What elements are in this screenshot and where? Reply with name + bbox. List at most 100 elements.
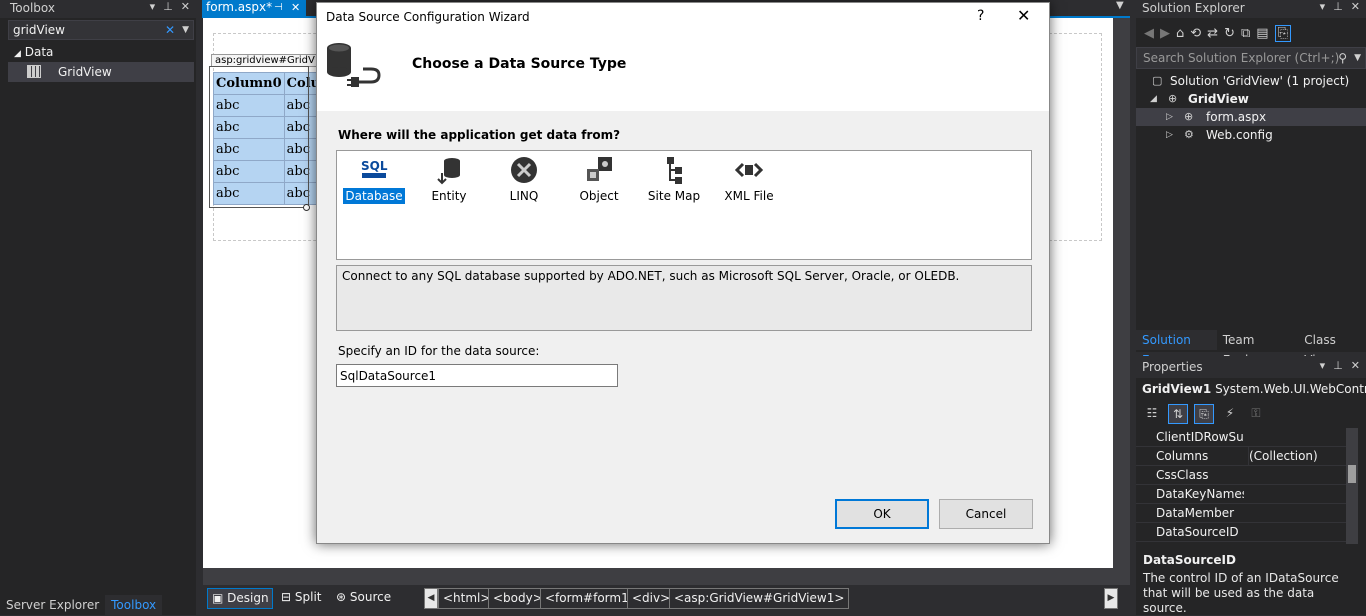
breadcrumb-gridview[interactable]: <asp:GridView#GridView1>: [669, 588, 850, 609]
search-dropdown-icon[interactable]: ▼: [1354, 48, 1361, 68]
source-icon: ⊛: [336, 590, 347, 604]
scroll-right-icon[interactable]: ▶: [1104, 588, 1118, 609]
grid-icon: [27, 65, 41, 78]
tab-team-explorer[interactable]: Team Explo...: [1217, 330, 1299, 367]
help-button[interactable]: ?: [977, 8, 984, 24]
tab-server-explorer[interactable]: Server Explorer: [0, 595, 105, 615]
search-icon[interactable]: ⚲: [1338, 48, 1347, 68]
source-view-button[interactable]: ⊛ Source: [332, 588, 398, 609]
breadcrumb-html[interactable]: <html>: [438, 588, 496, 609]
history-icon[interactable]: ⟲: [1190, 26, 1201, 41]
property-row[interactable]: Columns (Collection): [1136, 447, 1346, 466]
dropdown-icon[interactable]: ▾: [1320, 359, 1326, 372]
type-label: XML File: [714, 189, 784, 203]
search-dropdown-icon[interactable]: ▼: [182, 21, 189, 39]
breadcrumb-div[interactable]: <div>: [627, 588, 676, 609]
dialog-titlebar[interactable]: Data Source Configuration Wizard ? ✕: [317, 3, 1049, 33]
pin-icon[interactable]: ⊥: [163, 0, 173, 13]
type-item-database[interactable]: SQL Database: [339, 153, 409, 209]
categorized-icon[interactable]: ☷: [1142, 404, 1162, 424]
properties-icon[interactable]: ⎘: [1274, 24, 1291, 42]
property-name: DataMember: [1156, 506, 1235, 520]
property-pages-icon[interactable]: ⚿: [1246, 404, 1266, 424]
tree-project[interactable]: ◢ ⊕ GridView: [1136, 90, 1366, 108]
design-view-button[interactable]: ▣ Design: [207, 588, 273, 609]
collapsed-arrow-icon[interactable]: ▷: [1166, 126, 1173, 144]
linq-icon: [511, 157, 537, 183]
tree-solution[interactable]: ▢ Solution 'GridView' (1 project): [1136, 72, 1366, 90]
cancel-button[interactable]: Cancel: [939, 499, 1033, 529]
vertical-scrollbar[interactable]: [1113, 18, 1130, 568]
property-value[interactable]: (Collection): [1248, 447, 1346, 466]
tree-file-form-aspx[interactable]: ▷ ⊕ form.aspx: [1136, 108, 1366, 126]
dropdown-icon[interactable]: ▾: [1320, 0, 1326, 13]
properties-title-buttons: ▾ ⊥ ✕: [1320, 359, 1360, 372]
toolbox-panel: Toolbox ▾ ⊥ ✕: [0, 0, 196, 615]
type-item-site-map[interactable]: Site Map: [639, 153, 709, 209]
back-icon[interactable]: ◀: [1144, 26, 1154, 41]
home-icon[interactable]: ⌂: [1176, 26, 1184, 41]
split-label: Split: [294, 590, 322, 604]
scroll-left-icon[interactable]: ◀: [424, 588, 438, 609]
type-label: Entity: [414, 189, 484, 203]
property-row[interactable]: CssClass: [1136, 466, 1346, 485]
property-description-text: The control ID of an IDataSource that wi…: [1143, 571, 1339, 615]
properties-scroll-thumb[interactable]: [1348, 465, 1356, 483]
selection-frame: [209, 66, 309, 208]
property-row[interactable]: DataMember: [1136, 504, 1346, 523]
type-item-linq[interactable]: LINQ: [489, 153, 559, 209]
tree-label: form.aspx: [1206, 110, 1267, 124]
tab-solution-explorer[interactable]: Solution Ex...: [1136, 330, 1217, 367]
property-row[interactable]: DataKeyNames: [1136, 485, 1346, 504]
tree-file-web-config[interactable]: ▷ ⚙ Web.config: [1136, 126, 1366, 144]
property-row[interactable]: ClientIDRowSuff: [1136, 428, 1346, 447]
show-all-files-icon[interactable]: ▤: [1256, 26, 1268, 41]
type-item-entity[interactable]: Entity: [414, 153, 484, 209]
resize-handle[interactable]: [303, 204, 310, 211]
data-source-id-input[interactable]: [336, 364, 618, 387]
tab-toolbox[interactable]: Toolbox: [105, 595, 163, 615]
properties-object-selector[interactable]: GridView1 System.Web.UI.WebContr ▾: [1136, 379, 1366, 399]
type-label: Database: [339, 188, 409, 204]
horizontal-scrollbar[interactable]: [203, 568, 1130, 585]
tab-form-aspx[interactable]: form.aspx* ⊣ ✕: [202, 0, 306, 16]
dropdown-icon[interactable]: ▾: [150, 0, 156, 13]
properties-icon[interactable]: ⎘: [1194, 404, 1214, 424]
close-icon[interactable]: ✕: [291, 0, 300, 15]
refresh-icon[interactable]: ↻: [1224, 26, 1235, 41]
data-source-type-list[interactable]: SQL Database Entity LINQ Object Site Map…: [336, 150, 1032, 260]
tab-dropdown-icon[interactable]: ▼: [1116, 0, 1124, 11]
split-view-button[interactable]: ⊟ Split: [277, 588, 327, 609]
type-item-xml-file[interactable]: XML File: [714, 153, 784, 209]
expanded-arrow-icon[interactable]: ◢: [1150, 90, 1157, 108]
close-button[interactable]: ✕: [1017, 6, 1030, 25]
forward-icon[interactable]: ▶: [1160, 26, 1170, 41]
breadcrumb-body[interactable]: <body>: [488, 588, 548, 609]
solution-explorer-search-input[interactable]: Search Solution Explorer (Ctrl+;) ⚲ ▼: [1136, 47, 1366, 69]
close-icon[interactable]: ✕: [1351, 0, 1360, 13]
ok-button[interactable]: OK: [835, 499, 929, 529]
alphabetical-icon[interactable]: ⇅: [1168, 404, 1188, 424]
property-row[interactable]: DataSourceID: [1136, 523, 1346, 542]
pin-icon[interactable]: ⊣: [274, 0, 283, 15]
properties-scrollbar[interactable]: [1346, 428, 1358, 544]
events-icon[interactable]: ⚡: [1220, 404, 1240, 424]
sync-icon[interactable]: ⇄: [1207, 26, 1218, 41]
close-icon[interactable]: ✕: [1351, 359, 1360, 372]
pin-icon[interactable]: ⊥: [1333, 0, 1343, 13]
toolbox-item-gridview[interactable]: GridView: [8, 62, 194, 82]
collapsed-arrow-icon[interactable]: ▷: [1166, 108, 1173, 126]
pin-icon[interactable]: ⊥: [1333, 359, 1343, 372]
type-label: Object: [564, 189, 634, 203]
close-icon[interactable]: ✕: [181, 0, 190, 13]
collapse-all-icon[interactable]: ⧉: [1241, 26, 1250, 41]
type-item-object[interactable]: Object: [564, 153, 634, 209]
toolbox-search-input[interactable]: gridView ✕ ▼: [8, 20, 194, 40]
clear-search-icon[interactable]: ✕: [165, 21, 175, 39]
property-name: ClientIDRowSuff: [1156, 430, 1244, 444]
tab-class-view[interactable]: Class View: [1298, 330, 1366, 367]
dialog-header: Choose a Data Source Type: [317, 33, 1049, 111]
solution-explorer-tabs: Solution Ex... Team Explo... Class View: [1136, 330, 1366, 367]
toolbox-group-data[interactable]: ◢ Data: [8, 43, 194, 61]
property-name: Columns: [1156, 449, 1209, 463]
